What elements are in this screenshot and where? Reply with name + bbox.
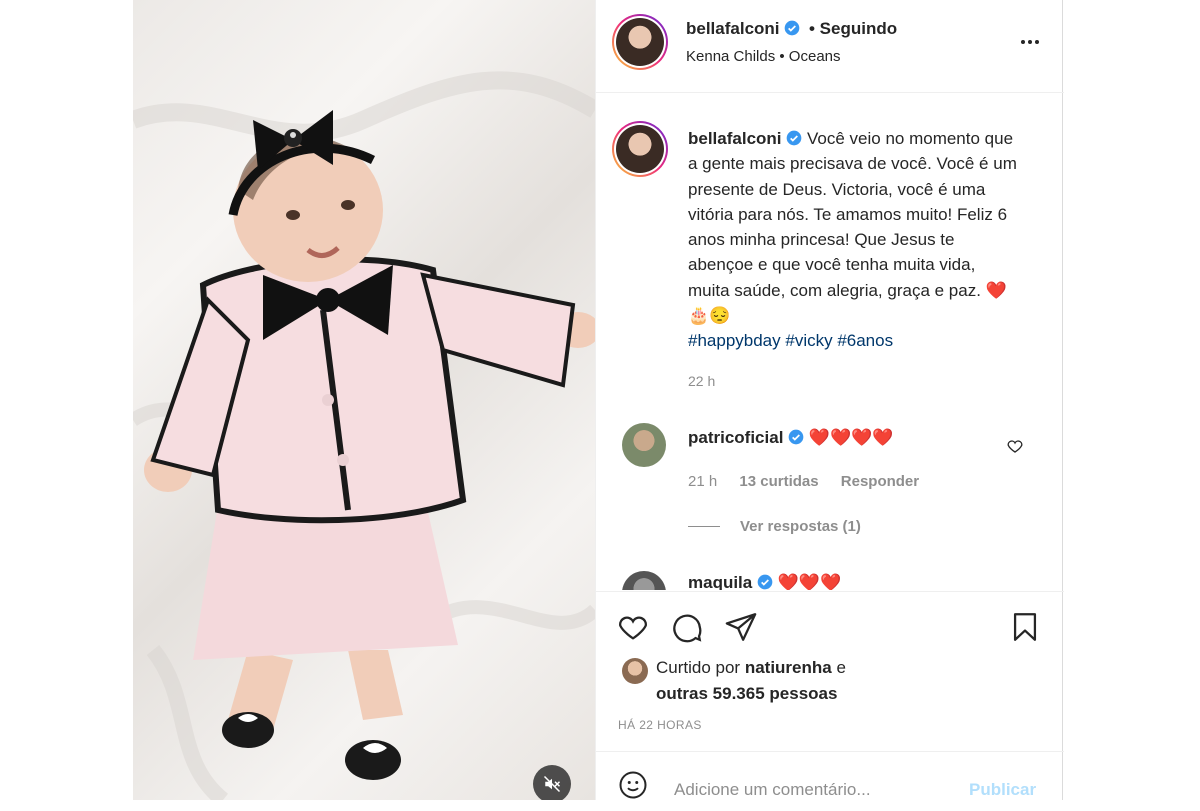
verified-icon	[757, 574, 773, 590]
commenter-avatar[interactable]	[622, 571, 666, 590]
post-media[interactable]	[133, 0, 595, 800]
comment-time: 21 h	[688, 473, 718, 490]
like-button[interactable]	[616, 610, 650, 644]
comment-username[interactable]: maquila	[688, 573, 752, 590]
save-button[interactable]	[1008, 610, 1042, 644]
caption-text: Você veio no momento que a gente mais pr…	[688, 129, 1017, 326]
caption: bellafalconi Você veio no momento que a …	[688, 126, 1018, 354]
likes-prefix: Curtido por	[656, 658, 745, 677]
more-options-button[interactable]	[1018, 30, 1042, 59]
heart-outline-icon	[1007, 440, 1023, 453]
likes-others[interactable]: outras 59.365 pessoas	[656, 684, 837, 703]
ellipsis-icon	[1021, 40, 1039, 44]
mute-button[interactable]	[533, 765, 571, 800]
comment-bubble-icon	[673, 614, 702, 643]
likes-connector: e	[831, 658, 846, 677]
publish-button[interactable]: Publicar	[969, 780, 1036, 800]
comment-body: maquila ❤️❤️❤️	[688, 573, 841, 590]
caption-time: 22 h	[688, 373, 716, 389]
comment-body: patricoficial ❤️❤️❤️❤️	[688, 428, 894, 448]
smiley-icon	[619, 771, 647, 799]
liker-avatar[interactable]	[622, 658, 648, 684]
verified-icon	[786, 130, 802, 146]
author-avatar[interactable]	[612, 14, 668, 70]
comment-text: ❤️❤️❤️❤️	[808, 428, 894, 447]
emoji-button[interactable]	[618, 770, 648, 800]
comment-meta: 21 h 13 curtidas Responder	[688, 473, 937, 490]
caption-username[interactable]: bellafalconi	[688, 129, 782, 148]
add-comment-bar: Adicione um comentário... Publicar	[596, 751, 1064, 811]
author-username[interactable]: bellafalconi	[686, 19, 780, 38]
post-date: HÁ 22 HORAS	[618, 718, 702, 732]
comment-text: ❤️❤️❤️	[777, 573, 842, 590]
post-container: bellafalconi • Seguindo Kenna Childs • O…	[133, 0, 1064, 800]
bookmark-icon	[1013, 613, 1037, 641]
verified-icon	[784, 20, 800, 36]
likes-user[interactable]: natiurenha	[745, 658, 832, 677]
view-replies-label: Ver respostas (1)	[740, 518, 861, 535]
post-side-panel: bellafalconi • Seguindo Kenna Childs • O…	[595, 0, 1064, 800]
paper-plane-icon	[725, 613, 757, 641]
caption-author-avatar[interactable]	[612, 121, 668, 177]
comment-button[interactable]	[670, 610, 704, 644]
caption-hashtags[interactable]: #happybday #vicky #6anos	[688, 331, 893, 350]
view-replies-button[interactable]: Ver respostas (1)	[688, 518, 861, 535]
comment-like-button[interactable]	[1006, 437, 1024, 460]
baby-photo	[133, 71, 595, 800]
reply-button[interactable]: Responder	[841, 473, 919, 490]
post-actions: Curtido por natiurenha e outras 59.365 p…	[596, 591, 1064, 751]
comment-input[interactable]: Adicione um comentário...	[674, 780, 871, 800]
verified-icon	[788, 429, 804, 445]
share-button[interactable]	[724, 610, 758, 644]
speaker-muted-icon	[543, 775, 561, 793]
likes-summary[interactable]: Curtido por natiurenha e outras 59.365 p…	[656, 655, 846, 707]
follow-status[interactable]: • Seguindo	[809, 19, 897, 38]
comment-username[interactable]: patricoficial	[688, 428, 783, 447]
comment-likes[interactable]: 13 curtidas	[739, 473, 818, 490]
commenter-avatar[interactable]	[622, 423, 666, 467]
heart-outline-icon	[619, 616, 647, 640]
audio-info[interactable]: Kenna Childs • Oceans	[686, 48, 841, 65]
post-header: bellafalconi • Seguindo Kenna Childs • O…	[596, 0, 1064, 93]
comments-section[interactable]: bellafalconi Você veio no momento que a …	[596, 93, 1064, 590]
